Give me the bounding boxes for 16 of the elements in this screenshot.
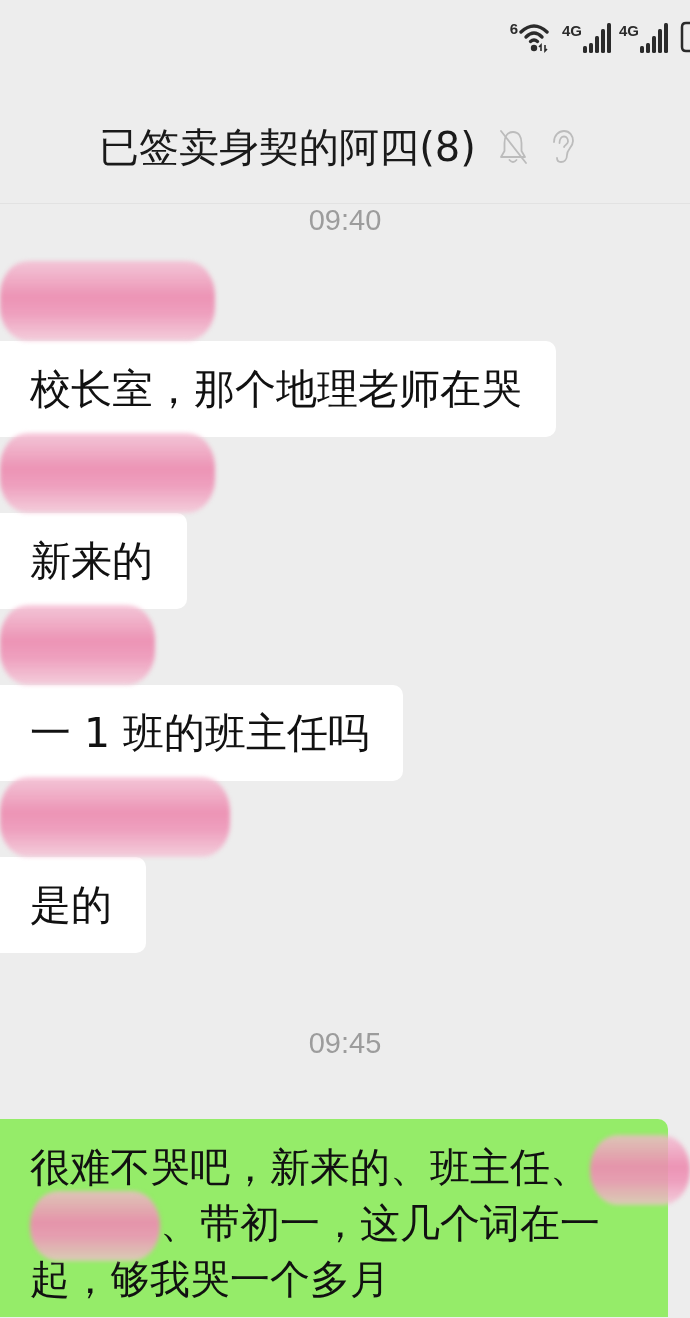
timestamp: 09:45 [308,1027,382,1059]
wifi-standard-label: 6 [509,21,518,36]
message-text: 、带初一，这几个词在一 [160,1200,600,1246]
message-bubble: 校长室，那个地理老师在哭 [0,341,556,437]
message-bubble: 新来的 [0,513,187,609]
battery-icon [680,21,690,53]
message-text: 很难不哭吧，新来的、班主任、 [30,1144,590,1190]
chat-title: 已签卖身契的阿四(8) [99,122,476,171]
timestamp: 09:40 [308,204,382,236]
network-type-label: 4G [561,23,582,38]
message-bubble: 是的 [0,857,146,953]
message-text: 起，够我哭一个多月 [30,1256,390,1302]
signal-bars-icon [640,23,668,53]
message-bubble: 一 1 班的班主任吗 [0,685,404,781]
network-type-label: 4G [619,23,639,38]
signal-bars-icon [583,23,611,53]
